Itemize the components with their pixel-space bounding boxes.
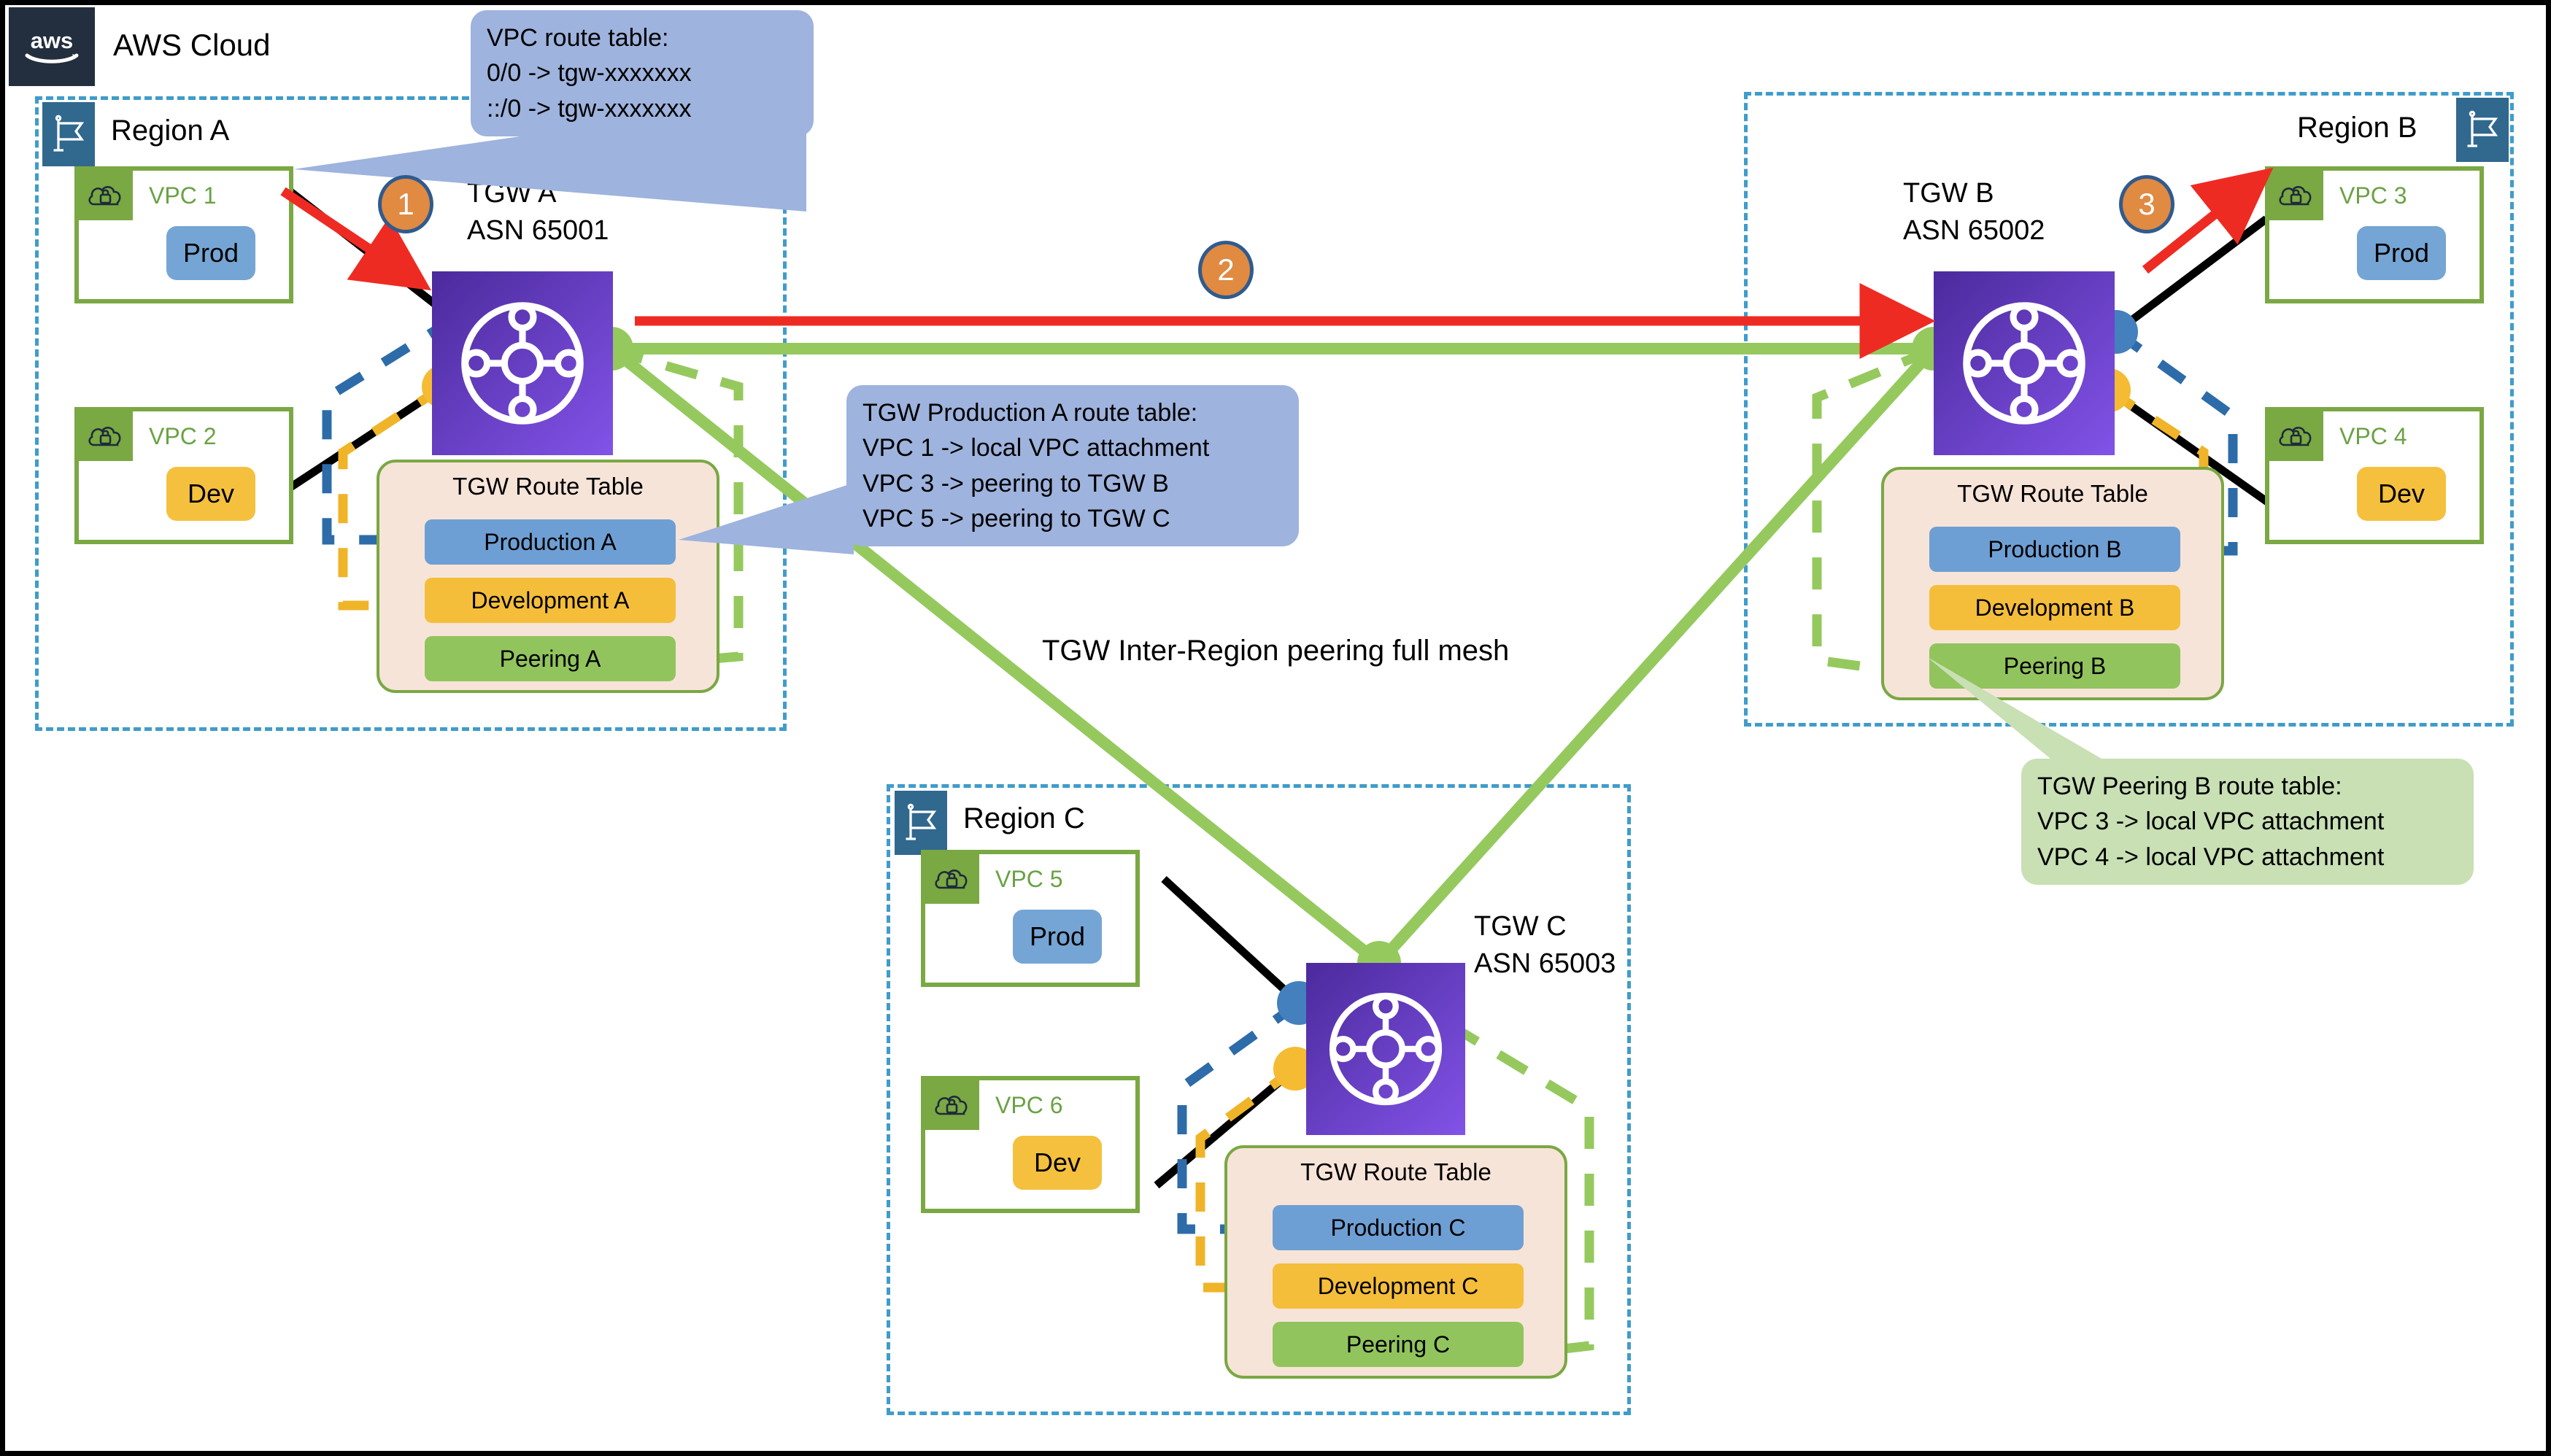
region-a-label: Region A (111, 115, 230, 147)
vpc-4-box[interactable]: VPC 4 Dev (2265, 407, 2484, 544)
callout-peering-b-line-2: VPC 4 -> local VPC attachment (2037, 843, 2385, 871)
route-entry-production-a[interactable]: Production A (425, 519, 676, 565)
vpc-3-workload[interactable]: Prod (2357, 226, 2446, 280)
vpc-4-label: VPC 4 (2339, 423, 2407, 449)
vpc-cloud-lock-icon (2269, 411, 2323, 461)
step-badge-3: 3 (2119, 175, 2174, 233)
tgw-c-name: TGW C (1474, 911, 1567, 942)
vpc-5-label: VPC 5 (995, 866, 1063, 892)
vpc-cloud-lock-icon (925, 854, 979, 904)
vpc-2-label: VPC 2 (149, 423, 217, 449)
tgw-route-table-c-title: TGW Route Table (1300, 1158, 1491, 1185)
callout-prod-a-line-1: VPC 1 -> local VPC attachment (862, 434, 1210, 462)
tgw-b-title: TGW B ASN 65002 (1903, 175, 2045, 250)
callout-peering-b-line-1: VPC 3 -> local VPC attachment (2037, 808, 2385, 836)
callout-tgw-production-a-route-table: TGW Production A route table: VPC 1 -> l… (846, 385, 1299, 547)
callout-vpc-route-table: VPC route table: 0/0 -> tgw-xxxxxxx ::/0… (471, 10, 814, 136)
vpc-cloud-lock-icon (79, 411, 133, 461)
callout-tgw-peering-b-route-table: TGW Peering B route table: VPC 3 -> loca… (2021, 759, 2474, 885)
tgw-route-table-a: TGW Route Table Production A Development… (377, 460, 719, 693)
step-badge-2: 2 (1198, 241, 1254, 299)
callout-peering-b-line-0: TGW Peering B route table: (2037, 772, 2342, 800)
vpc-cloud-lock-icon (79, 171, 133, 220)
vpc-1-box[interactable]: VPC 1 Prod (74, 166, 293, 303)
inter-region-peering-label: TGW Inter-Region peering full mesh (1042, 635, 1510, 667)
callout-prod-a-line-3: VPC 5 -> peering to TGW C (862, 504, 1170, 533)
route-entry-peering-c[interactable]: Peering C (1273, 1322, 1524, 1367)
region-a-flag-icon (42, 102, 95, 166)
callout-vpc-route-table-line-0: VPC route table: (487, 24, 669, 52)
vpc-cloud-lock-icon (2269, 171, 2323, 220)
vpc-3-box[interactable]: VPC 3 Prod (2265, 166, 2484, 303)
step-badge-1: 1 (378, 175, 433, 233)
vpc-5-box[interactable]: VPC 5 Prod (921, 850, 1140, 987)
vpc-cloud-lock-icon (925, 1080, 979, 1130)
vpc-6-box[interactable]: VPC 6 Dev (921, 1076, 1140, 1213)
callout-prod-a-line-0: TGW Production A route table: (862, 399, 1198, 427)
tgw-b-name: TGW B (1903, 178, 1994, 209)
tgw-a-title: TGW A ASN 65001 (467, 175, 609, 250)
region-b-flag-icon (2456, 98, 2509, 162)
vpc-2-workload[interactable]: Dev (166, 467, 255, 521)
region-b-label: Region B (2297, 112, 2417, 144)
route-entry-development-a[interactable]: Development A (425, 578, 676, 623)
route-entry-production-b[interactable]: Production B (1929, 527, 2180, 572)
tgw-c-title: TGW C ASN 65003 (1474, 908, 1616, 983)
vpc-6-workload[interactable]: Dev (1013, 1136, 1102, 1190)
vpc-2-box[interactable]: VPC 2 Dev (74, 407, 293, 544)
callout-vpc-route-table-line-1: 0/0 -> tgw-xxxxxxx (487, 59, 692, 88)
svg-text:aws: aws (31, 28, 74, 53)
aws-logo-icon: aws (9, 7, 95, 86)
callout-prod-a-line-2: VPC 3 -> peering to TGW B (862, 469, 1169, 497)
route-entry-peering-a[interactable]: Peering A (425, 636, 676, 681)
tgw-c-icon[interactable] (1306, 963, 1465, 1135)
tgw-a-name: TGW A (467, 178, 557, 209)
tgw-a-icon[interactable] (432, 271, 613, 455)
tgw-a-asn: ASN 65001 (467, 215, 609, 247)
tgw-b-icon[interactable] (1934, 271, 2115, 455)
vpc-3-label: VPC 3 (2339, 182, 2407, 209)
tgw-route-table-b-title: TGW Route Table (1957, 480, 2148, 507)
region-c-flag-icon (895, 791, 947, 855)
tgw-b-asn: ASN 65002 (1903, 215, 2045, 247)
region-c-label: Region C (963, 802, 1085, 835)
tgw-route-table-a-title: TGW Route Table (452, 473, 644, 500)
route-entry-development-c[interactable]: Development C (1273, 1263, 1524, 1309)
aws-cloud-title: AWS Cloud (113, 28, 271, 62)
vpc-4-workload[interactable]: Dev (2357, 467, 2446, 521)
route-entry-peering-b[interactable]: Peering B (1929, 643, 2180, 689)
vpc-1-workload[interactable]: Prod (166, 226, 255, 280)
vpc-5-workload[interactable]: Prod (1013, 910, 1102, 964)
vpc-1-label: VPC 1 (149, 182, 217, 209)
route-entry-development-b[interactable]: Development B (1929, 585, 2180, 630)
route-entry-production-c[interactable]: Production C (1273, 1205, 1524, 1250)
diagram-canvas: Region A VPC 1 Prod VPC 2 Dev TGW A ASN … (0, 0, 2551, 1456)
tgw-route-table-c: TGW Route Table Production C Development… (1224, 1145, 1567, 1379)
tgw-c-asn: ASN 65003 (1474, 948, 1616, 980)
callout-vpc-route-table-line-2: ::/0 -> tgw-xxxxxxx (487, 94, 692, 123)
vpc-6-label: VPC 6 (995, 1092, 1063, 1118)
tgw-route-table-b: TGW Route Table Production B Development… (1881, 467, 2224, 700)
